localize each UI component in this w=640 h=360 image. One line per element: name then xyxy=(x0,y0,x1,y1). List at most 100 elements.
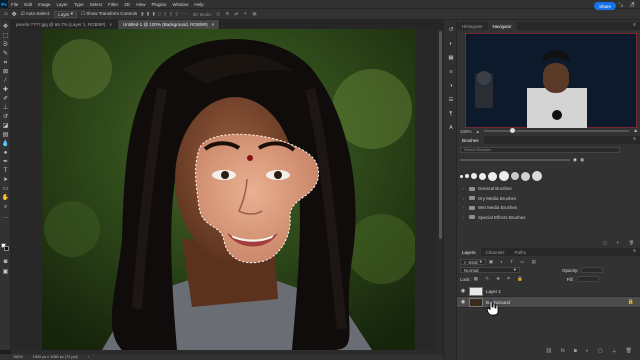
layer-style-icon[interactable]: fx xyxy=(561,348,565,354)
new-brush-icon[interactable]: ＋ xyxy=(616,240,620,245)
layer-row-background[interactable]: ◉ Background 🔒 xyxy=(457,297,640,308)
brush-size-slider[interactable] xyxy=(460,159,570,161)
lock-icon[interactable]: 🔒 xyxy=(628,299,634,305)
menu-type[interactable]: Type xyxy=(71,2,87,7)
menu-edit[interactable]: Edit xyxy=(21,2,35,7)
search-icon[interactable]: ⌕ xyxy=(618,2,626,10)
background-color-swatch[interactable] xyxy=(4,246,9,251)
add-mask-icon[interactable]: ◙ xyxy=(574,348,577,354)
move-tool-icon[interactable]: ✥ xyxy=(2,23,9,30)
blend-mode-dropdown[interactable]: Normal ▾ xyxy=(460,267,520,273)
clone-stamp-tool-icon[interactable]: ⊥ xyxy=(2,104,9,111)
visibility-eye-icon[interactable]: ◉ xyxy=(460,288,466,294)
menu-help[interactable]: Help xyxy=(191,2,206,7)
link-layers-icon[interactable]: ⛓ xyxy=(546,348,552,354)
workspace-icon[interactable]: ▭ xyxy=(628,2,636,10)
doc-tab-untitled[interactable]: Untitled-1 @ 100% (Background, RGB/8#) × xyxy=(118,20,221,29)
navigator-zoom-value[interactable]: 100% xyxy=(460,129,472,134)
brush-preset[interactable] xyxy=(511,172,519,180)
menu-window[interactable]: Window xyxy=(169,2,191,7)
frame-tool-icon[interactable]: ⊠ xyxy=(2,68,9,75)
filter-icons[interactable]: ▣ ◐ T ▭ ▤ xyxy=(489,259,539,265)
layer-name[interactable]: Layer 1 xyxy=(486,289,501,294)
photoshop-logo[interactable]: Ps xyxy=(0,0,8,8)
status-doc-info[interactable]: 1920 px x 1080 px (72 ppi) xyxy=(33,355,78,359)
menu-layer[interactable]: Layer xyxy=(54,2,71,7)
close-tab-icon[interactable]: × xyxy=(109,22,112,27)
layer-row-layer-1[interactable]: ◉ Layer 1 xyxy=(457,286,640,297)
brush-search-input[interactable]: Search Brushes xyxy=(460,147,620,153)
brush-preset[interactable] xyxy=(460,174,463,178)
fill-input[interactable] xyxy=(576,276,599,282)
lasso-tool-icon[interactable]: ᘐ xyxy=(2,41,9,48)
canvas-area[interactable] xyxy=(11,29,443,350)
brush-preview-icon[interactable]: ◉ xyxy=(573,157,577,163)
pen-tool-icon[interactable]: ✒ xyxy=(2,158,9,165)
healing-brush-tool-icon[interactable]: ✚ xyxy=(2,86,9,93)
brush-folder-dry-media[interactable]: › Dry Media Brushes xyxy=(457,194,640,204)
brush-preset[interactable] xyxy=(499,171,509,181)
new-layer-icon[interactable]: ＋ xyxy=(612,348,617,355)
history-brush-tool-icon[interactable]: ↺ xyxy=(2,113,9,120)
brush-preset[interactable] xyxy=(479,172,486,180)
brush-preset[interactable] xyxy=(488,171,497,181)
new-group-icon[interactable]: ▢ xyxy=(603,240,607,245)
align-icons[interactable]: ▮ ▮ ▮ ▯ ▯ ▯ ▯ ··· xyxy=(141,11,189,17)
libraries-icon[interactable]: ☰ xyxy=(447,96,455,104)
menu-file[interactable]: File xyxy=(8,2,21,7)
properties-icon[interactable]: ≡ xyxy=(447,68,455,76)
rectangle-tool-icon[interactable]: ▭ xyxy=(2,185,9,192)
eyedropper-tool-icon[interactable]: ⁄ xyxy=(2,77,9,84)
auto-select-checkbox[interactable]: ☑ Auto-Select: xyxy=(21,11,51,17)
swatches-icon[interactable]: ▦ xyxy=(447,54,455,62)
menu-view[interactable]: View xyxy=(133,2,149,7)
quick-select-tool-icon[interactable]: ✎ xyxy=(2,50,9,57)
visibility-eye-icon[interactable]: ◉ xyxy=(460,299,466,305)
transform-controls-checkbox[interactable]: ☐ Show Transform Controls xyxy=(81,11,137,17)
screen-mode-icon[interactable]: ▣ xyxy=(2,268,9,275)
dodge-tool-icon[interactable]: ● xyxy=(2,149,9,156)
brush-settings-icon[interactable]: ▣ xyxy=(580,157,584,163)
tab-layers[interactable]: Layers xyxy=(457,248,481,256)
panel-menu-icon[interactable]: ≡ xyxy=(633,248,636,254)
delete-brush-icon[interactable]: 🗑 xyxy=(629,240,634,245)
brush-folder-general[interactable]: › General Brushes xyxy=(457,184,640,194)
status-arrow-icon[interactable]: › xyxy=(88,355,89,359)
brush-preset[interactable] xyxy=(465,174,469,178)
paragraph-icon[interactable]: ¶ xyxy=(447,110,455,118)
blur-tool-icon[interactable]: 💧 xyxy=(2,140,9,147)
menu-filter[interactable]: Filter xyxy=(105,2,121,7)
status-zoom[interactable]: 100% xyxy=(13,355,23,359)
adjustments-icon[interactable]: ◑ xyxy=(447,82,455,90)
zoom-slider-knob[interactable] xyxy=(509,128,515,133)
gradient-tool-icon[interactable]: ▤ xyxy=(2,131,9,138)
menu-plugins[interactable]: Plugins xyxy=(149,2,170,7)
home-icon[interactable]: ⌂ xyxy=(4,11,8,17)
zoom-out-icon[interactable]: ▲ xyxy=(476,129,480,134)
tab-navigator[interactable]: Navigator xyxy=(487,22,517,30)
delete-layer-icon[interactable]: 🗑 xyxy=(626,348,632,354)
quick-mask-icon[interactable]: ◙ xyxy=(2,258,9,265)
brush-preset[interactable] xyxy=(471,173,477,179)
tab-channels[interactable]: Channels xyxy=(481,248,510,256)
crop-tool-icon[interactable]: ⌗ xyxy=(2,59,9,66)
opacity-input[interactable] xyxy=(580,267,603,273)
history-icon[interactable]: ↺ xyxy=(447,26,455,34)
auto-select-target-dropdown[interactable]: Layer ▾ xyxy=(54,10,77,18)
move-tool-icon[interactable]: ✥ xyxy=(12,11,17,18)
panel-menu-icon[interactable]: ≡ xyxy=(633,136,636,142)
brush-preset[interactable] xyxy=(521,171,530,181)
marquee-tool-icon[interactable]: ⬚ xyxy=(2,32,9,39)
tab-brushes[interactable]: Brushes xyxy=(457,136,484,144)
zoom-in-icon[interactable]: ▲ xyxy=(633,128,638,134)
menu-select[interactable]: Select xyxy=(87,2,106,7)
vertical-scrollbar-thumb[interactable] xyxy=(439,31,442,239)
more-tools-icon[interactable]: ··· xyxy=(2,214,9,221)
brush-preset[interactable] xyxy=(532,171,542,181)
eraser-tool-icon[interactable]: ◪ xyxy=(2,122,9,129)
panel-menu-icon[interactable]: ≡ xyxy=(633,22,636,28)
new-group-icon[interactable]: ▢ xyxy=(598,348,603,354)
color-icon[interactable]: ◐ xyxy=(447,40,455,48)
hand-tool-icon[interactable]: ✋ xyxy=(2,194,9,201)
menu-3d[interactable]: 3D xyxy=(121,2,133,7)
